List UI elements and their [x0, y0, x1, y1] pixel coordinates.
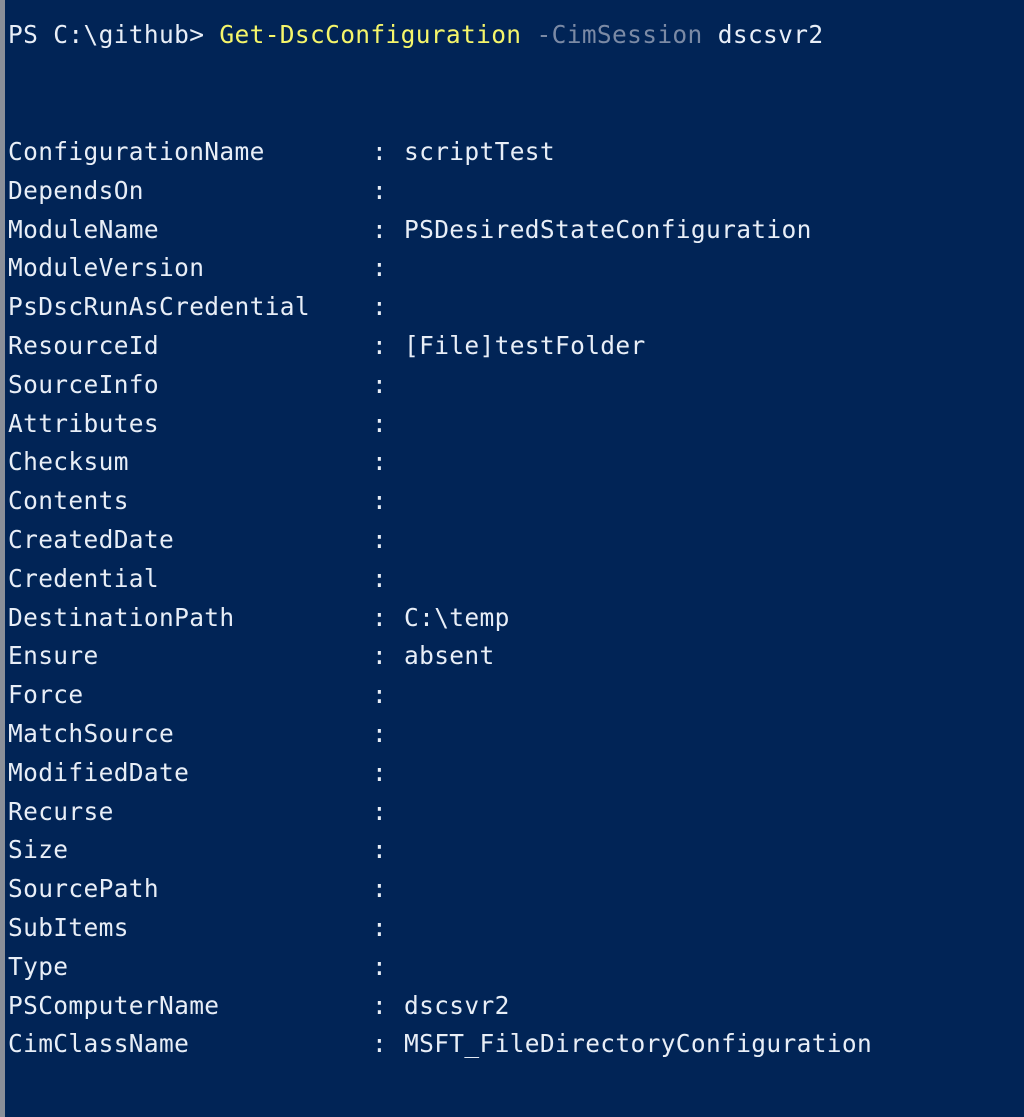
property-name: SourcePath: [8, 874, 160, 904]
property-name: ModifiedDate: [8, 757, 190, 787]
output-property-row: DestinationPath: C:\temp: [8, 599, 872, 638]
output-property-row: Contents:: [8, 482, 872, 521]
prompt-text: PS C:\github>: [8, 20, 220, 49]
property-name: Credential: [8, 563, 160, 593]
property-name: SubItems: [8, 912, 129, 942]
property-name: DestinationPath: [8, 602, 235, 632]
property-value: PSDesiredStateConfiguration: [404, 214, 812, 244]
output-property-row: MatchSource:: [8, 715, 872, 754]
property-name: Checksum: [8, 447, 129, 477]
property-separator: :: [372, 137, 388, 166]
property-separator: :: [372, 447, 388, 477]
property-value: absent: [404, 641, 495, 671]
property-separator: :: [372, 912, 388, 942]
property-name: Size: [8, 835, 69, 865]
output-property-row: PsDscRunAsCredential:: [8, 288, 872, 327]
output-property-row: Force:: [8, 676, 872, 715]
cmdlet-name: Get-DscConfiguration: [219, 20, 522, 49]
property-separator: :: [372, 408, 388, 438]
output-property-row: ConfigurationName: scriptTest: [8, 133, 872, 172]
property-name: ModuleVersion: [8, 253, 205, 283]
output-property-row: CreatedDate:: [8, 521, 872, 560]
output-property-row: ModifiedDate:: [8, 754, 872, 793]
output-property-list: ConfigurationName: scriptTest DependsOn: Mo…: [8, 133, 872, 1064]
output-property-row: ModuleVersion:: [8, 249, 872, 288]
output-property-row: Size:: [8, 831, 872, 870]
property-separator: :: [372, 990, 388, 1020]
property-separator: :: [372, 1029, 388, 1059]
property-name: SourceInfo: [8, 369, 160, 399]
property-separator: :: [372, 175, 388, 205]
property-name: ConfigurationName: [8, 137, 265, 166]
property-separator: :: [372, 214, 388, 244]
property-value: C:\temp: [404, 602, 510, 632]
property-name: Force: [8, 680, 84, 710]
property-separator: :: [372, 641, 388, 671]
output-property-row: Credential:: [8, 560, 872, 599]
property-name: ModuleName: [8, 214, 160, 244]
property-name: Attributes: [8, 408, 160, 438]
property-separator: :: [372, 602, 388, 632]
property-separator: :: [372, 292, 388, 322]
property-name: MatchSource: [8, 718, 175, 748]
property-separator: :: [372, 680, 388, 710]
output-property-row: Type:: [8, 948, 872, 987]
parameter-argument: dscsvr2: [717, 20, 824, 49]
window-left-border: [0, 0, 5, 1117]
property-value: [File]testFolder: [404, 330, 646, 360]
property-name: CreatedDate: [8, 524, 175, 554]
parameter-name: -CimSession: [536, 20, 703, 49]
powershell-console[interactable]: PS C:\github> Get-DscConfiguration -CimS…: [8, 0, 1024, 1117]
property-name: Type: [8, 951, 69, 981]
property-separator: :: [372, 757, 388, 787]
output-property-row: CimClassName: MSFT_FileDirectoryConfigura…: [8, 1025, 872, 1064]
property-separator: :: [372, 524, 388, 554]
property-separator: :: [372, 486, 388, 516]
property-name: PSComputerName: [8, 990, 220, 1020]
property-name: DependsOn: [8, 175, 144, 205]
property-separator: :: [372, 718, 388, 748]
property-separator: :: [372, 369, 388, 399]
command-line: PS C:\github> Get-DscConfiguration -CimS…: [8, 16, 823, 55]
property-separator: :: [372, 874, 388, 904]
output-property-row: SourcePath:: [8, 870, 872, 909]
property-value: MSFT_FileDirectoryConfiguration: [404, 1029, 873, 1059]
output-property-row: PSComputerName: dscsvr2: [8, 987, 872, 1026]
property-name: PsDscRunAsCredential: [8, 292, 311, 322]
output-property-row: Checksum:: [8, 443, 872, 482]
property-value: scriptTest: [404, 137, 556, 166]
property-separator: :: [372, 330, 388, 360]
output-property-row: DependsOn:: [8, 172, 872, 211]
output-property-row: SubItems:: [8, 909, 872, 948]
property-value: dscsvr2: [404, 990, 510, 1020]
property-separator: :: [372, 253, 388, 283]
output-property-row: Attributes:: [8, 405, 872, 444]
output-property-row: Recurse:: [8, 793, 872, 832]
property-name: Recurse: [8, 796, 114, 826]
property-separator: :: [372, 835, 388, 865]
output-property-row: ResourceId: [File]testFolder: [8, 327, 872, 366]
property-name: CimClassName: [8, 1029, 190, 1059]
property-name: ResourceId: [8, 330, 160, 360]
output-property-row: Ensure: absent: [8, 637, 872, 676]
output-property-row: ModuleName: PSDesiredStateConfiguration: [8, 211, 872, 250]
output-property-row: SourceInfo:: [8, 366, 872, 405]
property-separator: :: [372, 951, 388, 981]
property-name: Contents: [8, 486, 129, 516]
property-name: Ensure: [8, 641, 99, 671]
property-separator: :: [372, 796, 388, 826]
property-separator: :: [372, 563, 388, 593]
